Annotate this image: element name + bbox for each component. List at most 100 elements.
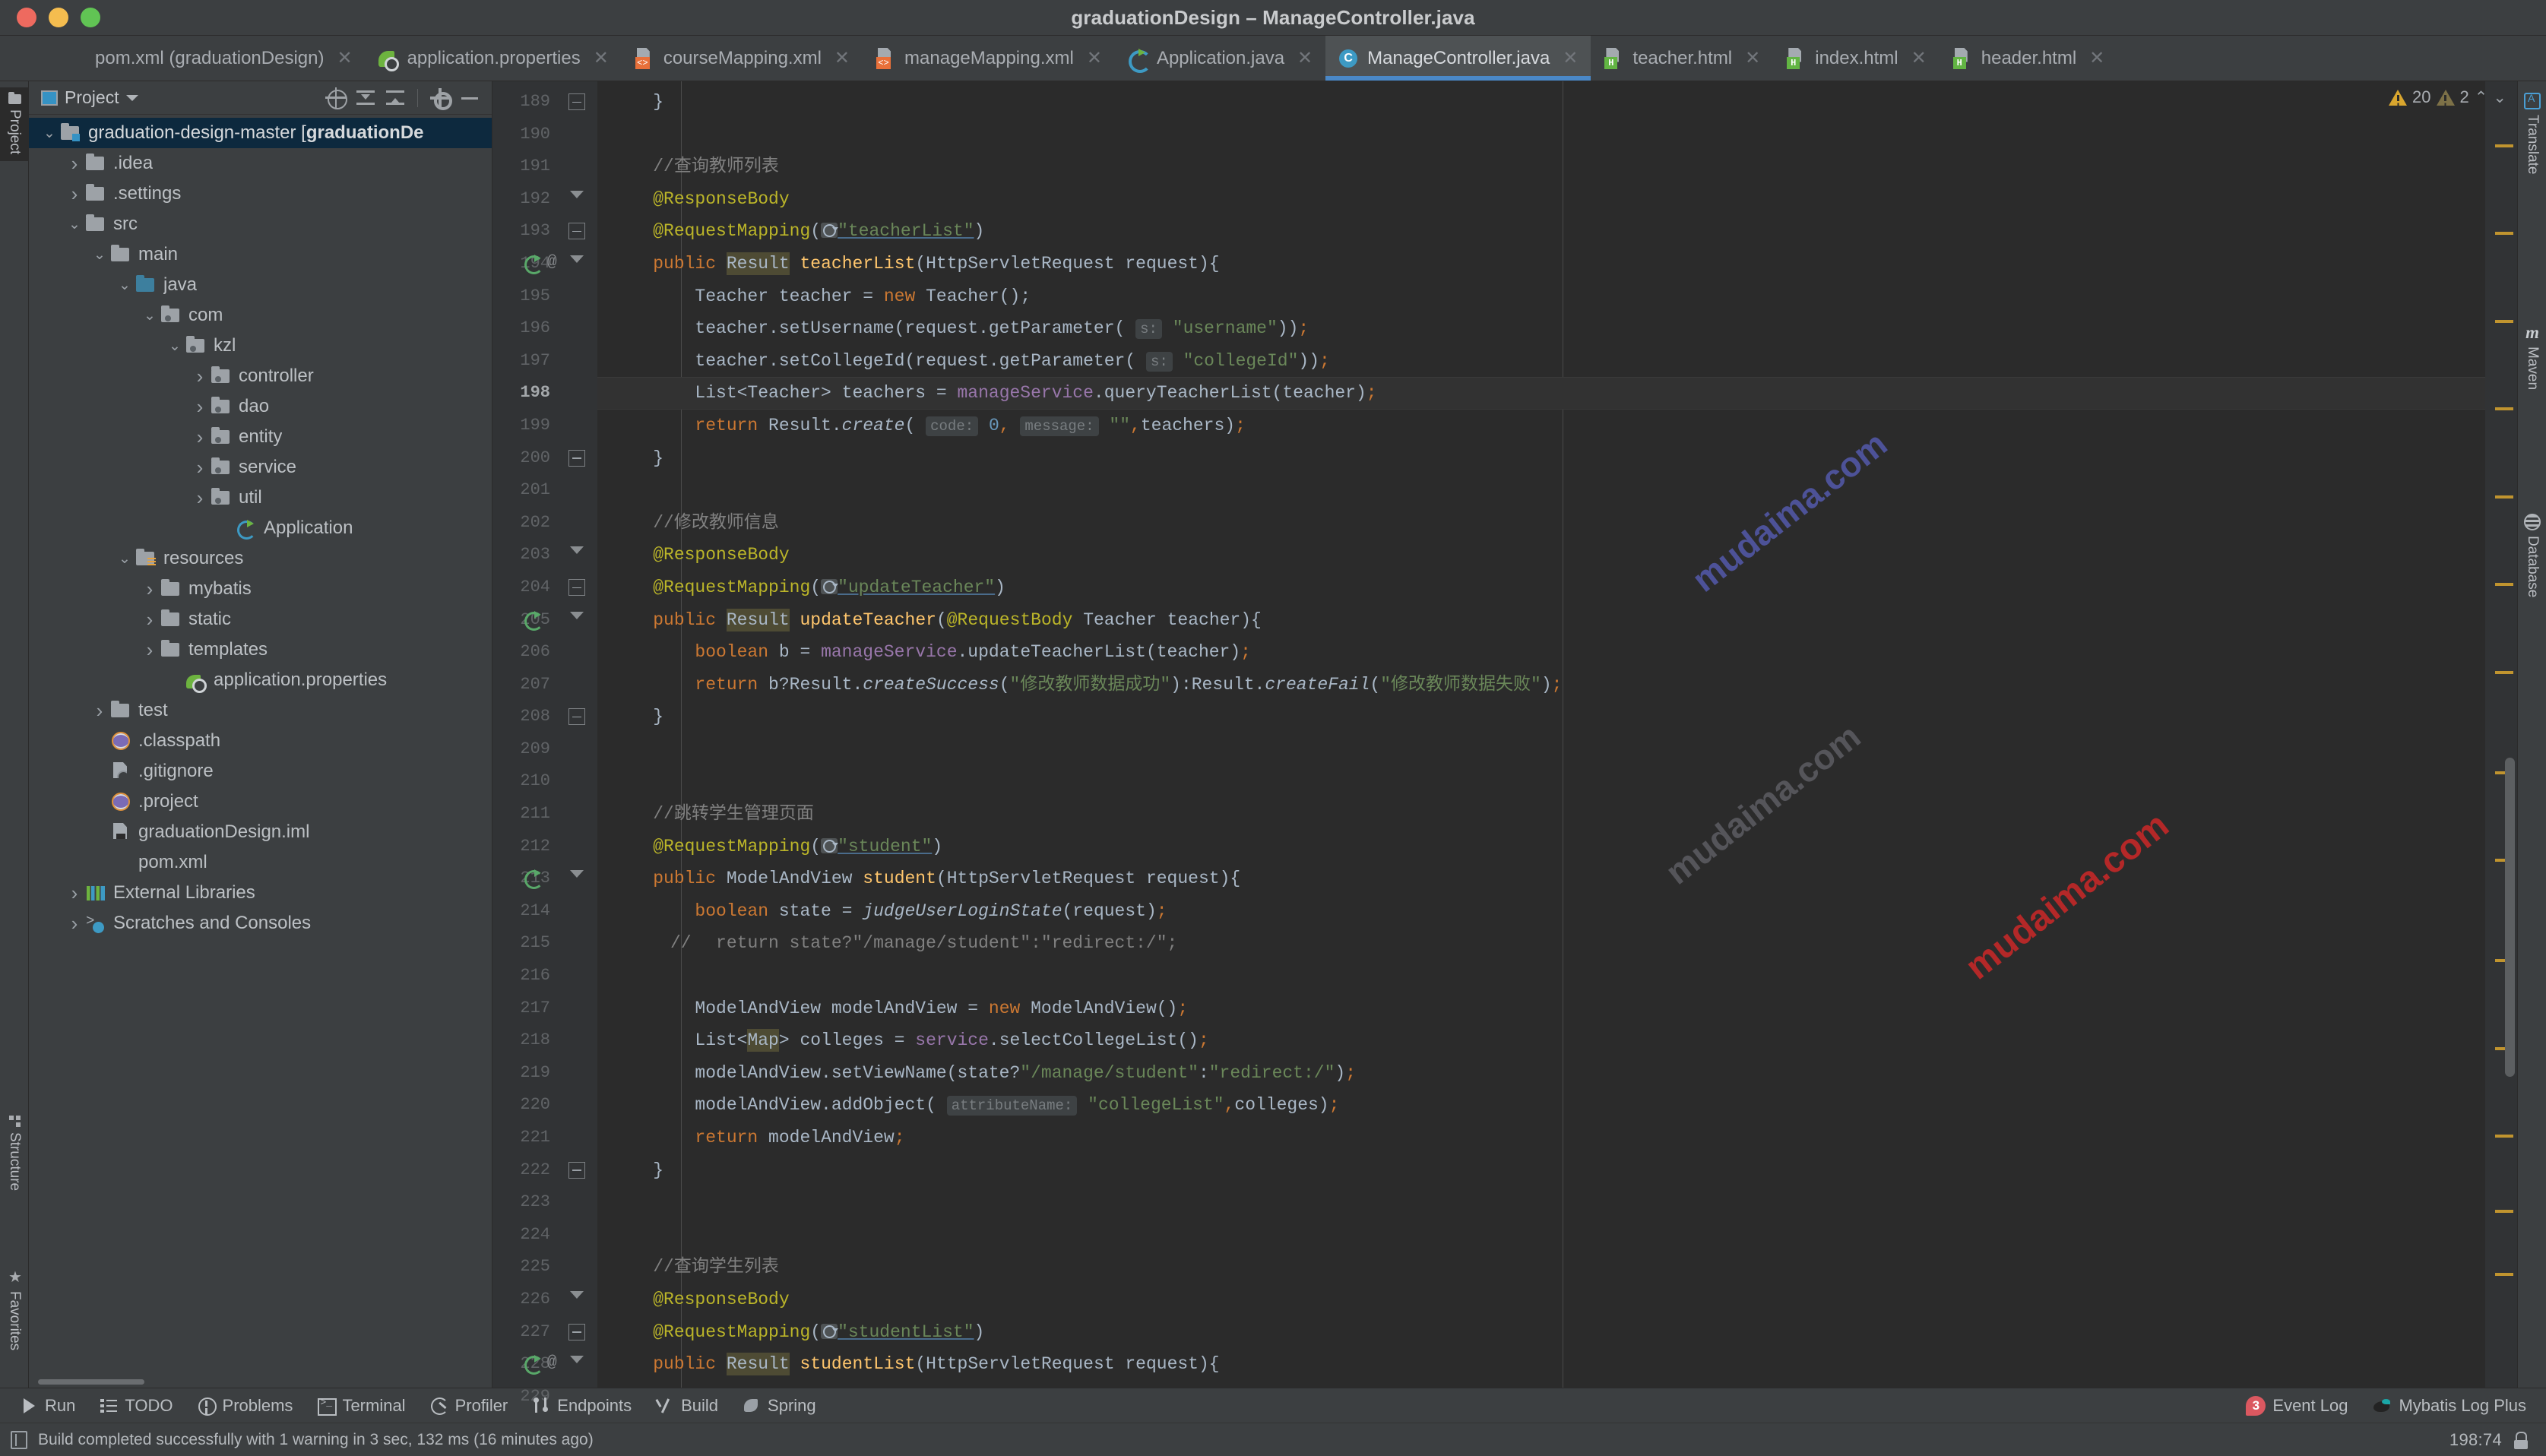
error-stripe-mark[interactable] [2495, 407, 2513, 410]
code-line[interactable]: @RequestMapping("studentList") [597, 1316, 2485, 1349]
tool-window-build[interactable]: Build [656, 1396, 733, 1416]
run-endpoint-gutter-icon[interactable] [524, 254, 544, 274]
close-tab-icon[interactable]: ✕ [834, 47, 850, 69]
close-window-button[interactable] [17, 8, 36, 27]
error-stripe-mark[interactable] [2495, 1135, 2513, 1138]
editor-tab-managemapping-xml[interactable]: manageMapping.xml ✕ [863, 36, 1115, 81]
close-tab-icon[interactable]: ✕ [1087, 47, 1102, 69]
tree-node-scratches-and-consoles[interactable]: › Scratches and Consoles [29, 908, 492, 938]
expand-all-icon[interactable] [384, 87, 407, 109]
gear-icon[interactable] [429, 87, 452, 110]
code-line[interactable]: teacher.setCollegeId(request.getParamete… [597, 345, 2485, 378]
editor-tab-pom-xml-graduationdesign-[interactable]: pom.xml (graduationDesign) ✕ [53, 36, 366, 81]
tool-window-bar[interactable]: RunTODOProblemsTerminalProfilerEndpoints… [0, 1388, 2546, 1423]
fold-region-icon[interactable] [570, 611, 584, 619]
tree-node-kzl[interactable]: ⌄ kzl [29, 331, 492, 361]
code-line[interactable]: boolean state = judgeUserLoginState(requ… [597, 895, 2485, 928]
fold-region-icon[interactable] [570, 1291, 584, 1299]
code-line[interactable]: return Result.create( code: 0, message: … [597, 410, 2485, 442]
code-line[interactable] [597, 1186, 2485, 1219]
tree-node-application[interactable]: Application [29, 513, 492, 543]
caret-position[interactable]: 198:74 [2449, 1430, 2502, 1450]
collapse-all-icon[interactable] [354, 87, 377, 109]
tree-node-application.properties[interactable]: application.properties [29, 665, 492, 695]
maximize-window-button[interactable] [81, 8, 100, 27]
editor-vertical-scrollbar[interactable] [2505, 758, 2515, 1077]
chevron-down-icon[interactable]: ⌄ [115, 552, 135, 566]
code-content[interactable]: } //查询教师列表 @ResponseBody @RequestMapping… [597, 81, 2485, 1388]
code-line[interactable]: teacher.setUsername(request.getParameter… [597, 312, 2485, 345]
tool-window-favorites[interactable]: ★ Favorites [0, 1261, 29, 1357]
run-endpoint-gutter-icon[interactable] [524, 1354, 544, 1375]
chevron-right-icon[interactable]: › [190, 397, 210, 416]
code-line[interactable] [597, 1219, 2485, 1252]
chevron-right-icon[interactable]: › [140, 609, 160, 629]
lock-icon[interactable] [2513, 1431, 2529, 1449]
fold-region-icon[interactable] [570, 190, 584, 198]
tool-window-project[interactable]: Project [0, 87, 29, 162]
code-line[interactable]: @ResponseBody [597, 183, 2485, 216]
tree-node-.project[interactable]: .project [29, 787, 492, 817]
code-line[interactable]: List<Map> colleges = service.selectColle… [597, 1024, 2485, 1057]
code-line[interactable]: public Result studentList(HttpServletReq… [597, 1348, 2485, 1381]
chevron-down-icon[interactable] [125, 94, 138, 101]
close-tab-icon[interactable]: ✕ [337, 47, 352, 69]
override-annotation-gutter-icon[interactable]: @ [547, 1355, 557, 1371]
chevron-right-icon[interactable]: › [140, 579, 160, 599]
close-tab-icon[interactable]: ✕ [594, 47, 609, 69]
code-line[interactable]: } [597, 442, 2485, 475]
tree-node-external-libraries[interactable]: › External Libraries [29, 878, 492, 908]
tree-node-main[interactable]: ⌄ main [29, 239, 492, 270]
code-line[interactable] [597, 765, 2485, 798]
code-line[interactable]: } [597, 1154, 2485, 1187]
tool-window-run[interactable]: Run [20, 1396, 90, 1416]
fold-collapse-icon[interactable] [568, 449, 585, 467]
fold-collapse-icon[interactable] [568, 223, 585, 240]
chevron-right-icon[interactable]: › [190, 427, 210, 447]
code-line[interactable]: // return state?"/manage/student":"redir… [597, 927, 2485, 960]
code-line[interactable]: //跳转学生管理页面 [597, 798, 2485, 831]
editor-tab-application-properties[interactable]: application.properties ✕ [366, 36, 622, 81]
chevron-right-icon[interactable]: › [90, 701, 109, 720]
code-line[interactable]: //修改教师信息 [597, 507, 2485, 540]
code-line[interactable]: @RequestMapping("teacherList") [597, 215, 2485, 248]
tool-window-spring[interactable]: Spring [743, 1396, 831, 1416]
tree-node-static[interactable]: › static [29, 604, 492, 635]
code-line[interactable]: @RequestMapping("student") [597, 831, 2485, 863]
left-tool-strip[interactable]: Project Structure ★ Favorites [0, 81, 29, 1388]
tree-node-service[interactable]: › service [29, 452, 492, 483]
chevron-down-icon[interactable]: ⌄ [115, 278, 135, 293]
code-line[interactable]: public ModelAndView student(HttpServletR… [597, 863, 2485, 895]
code-line[interactable]: //查询教师列表 [597, 150, 2485, 183]
editor-tab-coursemapping-xml[interactable]: courseMapping.xml ✕ [622, 36, 863, 81]
error-stripe-mark[interactable] [2495, 670, 2513, 674]
fold-collapse-icon[interactable] [568, 1161, 585, 1179]
chevron-down-icon[interactable]: ⌄ [140, 309, 160, 323]
chevron-down-icon[interactable]: ⌄ [40, 126, 59, 141]
chevron-right-icon[interactable]: › [65, 184, 84, 204]
tree-node-.idea[interactable]: › .idea [29, 148, 492, 179]
code-line[interactable] [597, 733, 2485, 766]
tree-node-resources[interactable]: ⌄ resources [29, 543, 492, 574]
code-line[interactable]: List<Teacher> teachers = manageService.q… [597, 377, 2485, 410]
chevron-down-icon[interactable]: ⌄ [90, 248, 109, 262]
tree-node-entity[interactable]: › entity [29, 422, 492, 452]
code-line[interactable]: modelAndView.addObject( attributeName: "… [597, 1089, 2485, 1122]
fold-region-icon[interactable] [570, 546, 584, 555]
tool-window-structure[interactable]: Structure [0, 1109, 29, 1198]
error-stripe[interactable] [2485, 81, 2517, 1388]
project-horizontal-scrollbar[interactable] [29, 1375, 492, 1388]
tree-node-.classpath[interactable]: .classpath [29, 726, 492, 756]
chevron-right-icon[interactable]: › [140, 640, 160, 660]
fold-region-icon[interactable] [570, 1356, 584, 1364]
code-line[interactable]: @ResponseBody [597, 1283, 2485, 1316]
chevron-down-icon[interactable]: ⌄ [65, 217, 84, 232]
code-line[interactable]: ModelAndView modelAndView = new ModelAnd… [597, 992, 2485, 1025]
error-stripe-mark[interactable] [2495, 583, 2513, 586]
code-line[interactable]: Student student = new Student(); [597, 1381, 2485, 1388]
next-problem-icon[interactable]: ⌄ [2493, 88, 2506, 107]
project-tree[interactable]: ⌄ graduation-design-master [graduationDe ›… [29, 115, 492, 1375]
close-tab-icon[interactable]: ✕ [1297, 47, 1313, 69]
error-stripe-mark[interactable] [2495, 1272, 2513, 1276]
error-stripe-mark[interactable] [2495, 232, 2513, 235]
